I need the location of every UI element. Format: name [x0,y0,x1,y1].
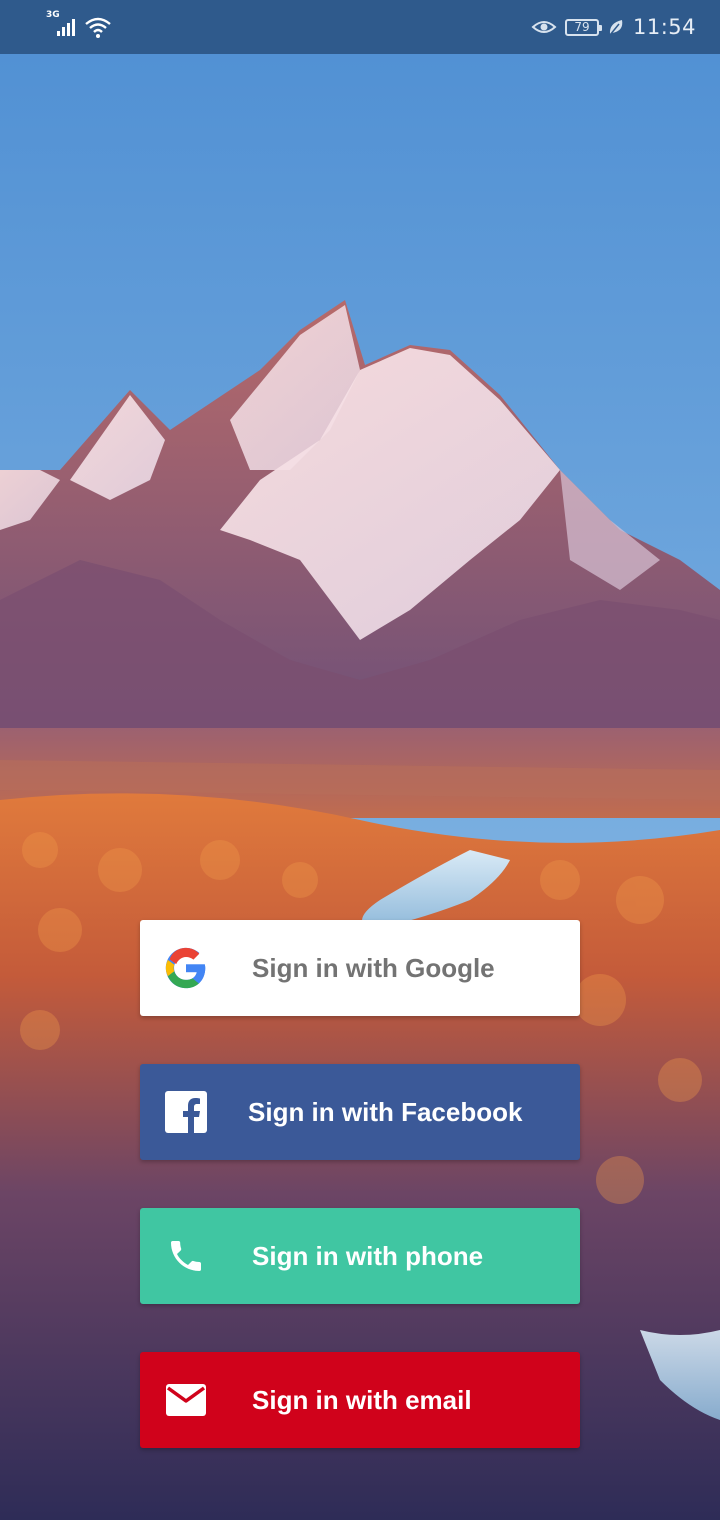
sign-in-google-button[interactable]: Sign in with Google [140,920,580,1016]
sign-in-phone-label: Sign in with phone [252,1241,484,1271]
email-icon [164,1378,208,1422]
network-type-label: 3G [46,10,60,20]
sign-in-facebook-button[interactable]: Sign in with Facebook [140,1064,580,1160]
status-bar-right: 79 11:54 [531,12,696,42]
status-bar-left: 3G [46,10,112,40]
sign-in-email-label: Sign in with email [252,1385,472,1415]
status-bar: 3G 79 11:54 [0,0,720,54]
google-icon [164,946,208,990]
login-screen: 3G 79 11:54 Sign in with Google Sign in … [0,0,720,1520]
wifi-icon [85,17,111,38]
facebook-icon [164,1090,208,1134]
sign-in-google-label: Sign in with Google [252,953,495,983]
eye-comfort-icon [531,21,557,33]
power-saver-leaf-icon [609,20,623,36]
clock: 11:54 [632,15,696,39]
sign-in-phone-button[interactable]: Sign in with phone [140,1208,580,1304]
battery-level: 79 [574,20,590,34]
signal-icon [57,19,75,36]
sign-in-email-button[interactable]: Sign in with email [140,1352,580,1448]
battery-icon: 79 [564,18,602,36]
sign-in-facebook-label: Sign in with Facebook [248,1097,523,1127]
phone-icon [164,1234,208,1278]
